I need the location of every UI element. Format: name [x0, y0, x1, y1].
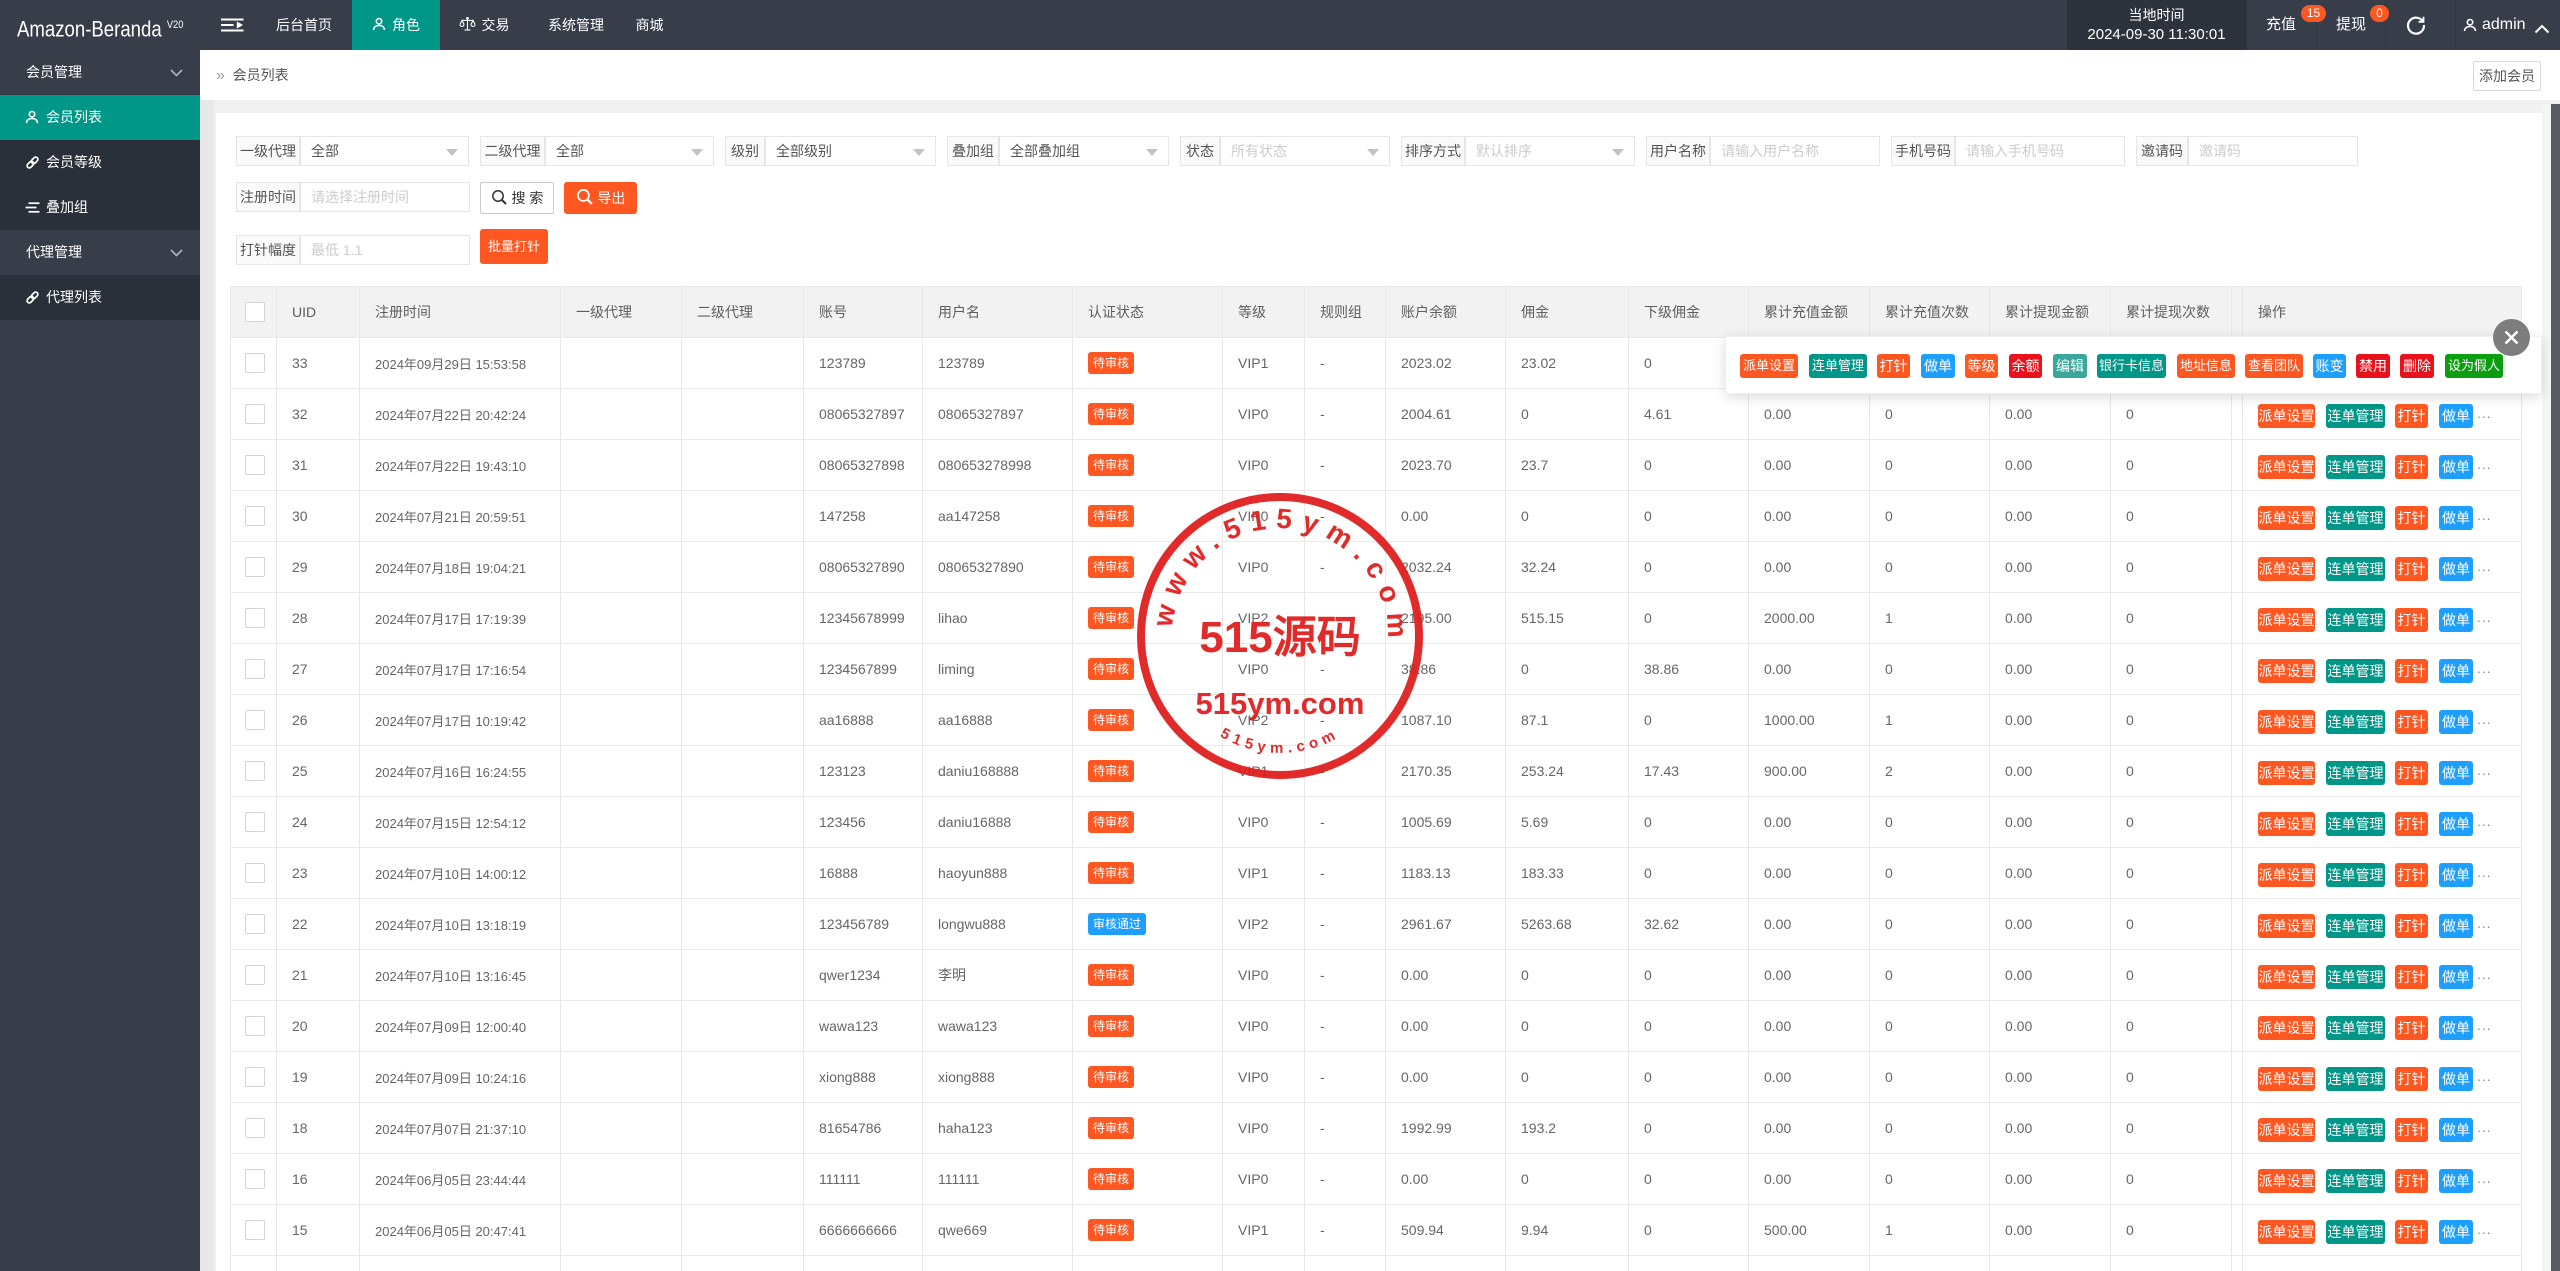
- svg-text:515ym.com: 515ym.com: [1196, 686, 1365, 721]
- svg-text:515源码: 515源码: [1199, 613, 1360, 662]
- svg-text:515ym.com: 515ym.com: [1218, 725, 1343, 757]
